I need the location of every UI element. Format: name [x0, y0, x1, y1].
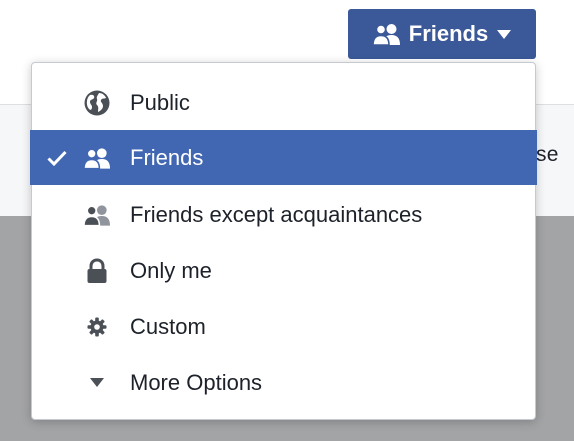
- audience-selector-button[interactable]: Friends: [348, 9, 536, 59]
- checkmark-icon: [47, 130, 67, 185]
- menu-item-label: More Options: [130, 370, 263, 395]
- menu-item-label: Friends except acquaintances: [130, 202, 423, 227]
- gear-icon: [84, 299, 110, 354]
- menu-item-label: Public: [130, 90, 190, 115]
- menu-item-more-options[interactable]: More Options: [32, 355, 535, 410]
- menu-item-friends-except-acquaintances[interactable]: Friends except acquaintances: [32, 187, 535, 242]
- menu-item-public[interactable]: Public: [32, 75, 535, 130]
- menu-item-friends[interactable]: Friends: [30, 130, 537, 185]
- menu-item-custom[interactable]: Custom: [32, 299, 535, 354]
- friends-icon: [84, 130, 110, 185]
- caret-down-icon: [497, 29, 512, 39]
- friends-except-icon: [84, 187, 110, 242]
- globe-icon: [84, 75, 110, 130]
- lock-icon: [84, 243, 110, 298]
- menu-item-label: Friends: [130, 145, 204, 170]
- menu-item-label: Custom: [130, 314, 206, 339]
- audience-dropdown-menu: Public Friends Friends except acquaintan…: [30, 62, 537, 420]
- menu-item-label: Only me: [130, 258, 212, 283]
- audience-button-label: Friends: [408, 21, 489, 46]
- menu-item-only-me[interactable]: Only me: [32, 243, 535, 298]
- friends-icon: [372, 23, 400, 45]
- caret-down-icon: [84, 355, 110, 410]
